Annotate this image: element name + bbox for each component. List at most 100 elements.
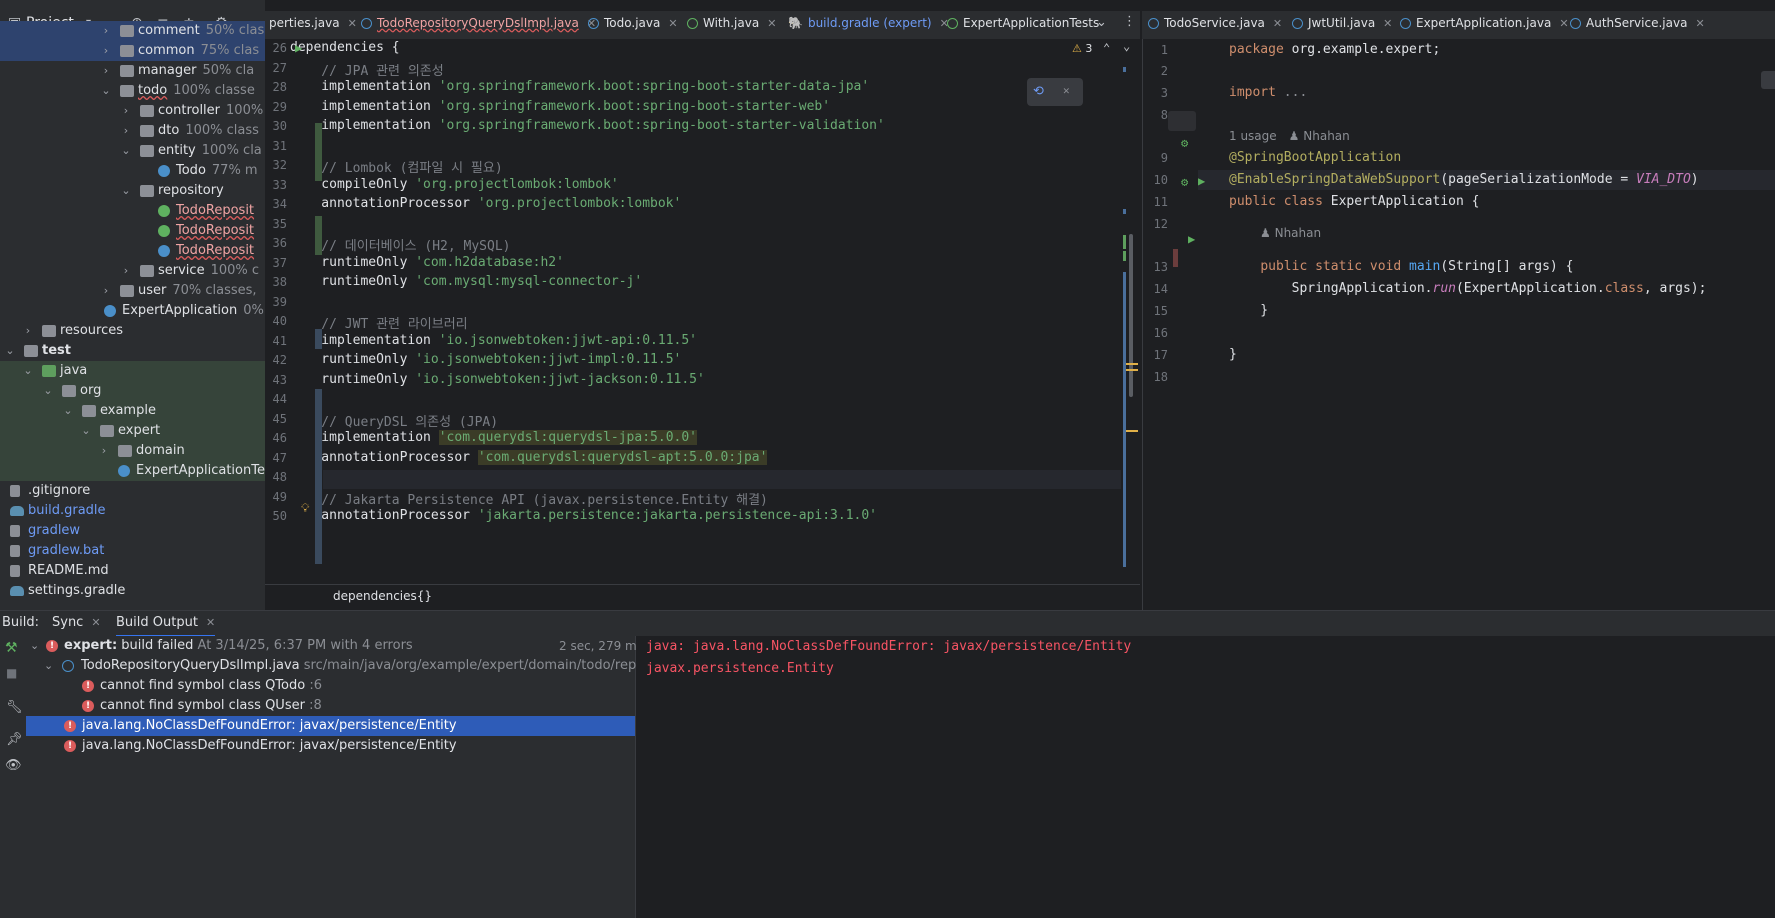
chevron-down-icon[interactable]: ⌄ — [1096, 15, 1107, 30]
tab-build-gradle[interactable]: 🐘 build.gradle (expert) ✕ — [788, 11, 949, 41]
tab-with[interactable]: With.java ✕ — [687, 11, 776, 39]
project-tree-item[interactable]: README.md — [0, 561, 265, 581]
chevron-down-icon[interactable]: ⌄ — [42, 381, 54, 401]
run-icon[interactable]: ▶ — [295, 41, 302, 55]
chevron-down-icon[interactable]: ⌄ — [1123, 39, 1130, 53]
chevron-right-icon[interactable]: › — [22, 321, 34, 341]
build-row-error[interactable]: ! java.lang.NoClassDefFoundError: javax/… — [26, 736, 635, 756]
chevron-right-icon[interactable]: › — [100, 41, 112, 61]
project-tree-item[interactable]: › domain — [0, 441, 265, 461]
project-tree-item[interactable]: › controller 100% — [0, 101, 265, 121]
project-tree-item[interactable]: gradlew — [0, 521, 265, 541]
project-tree-item[interactable]: ExpertApplication 0% — [0, 301, 265, 321]
gradle-reload-icon[interactable]: ⟲ — [1033, 84, 1044, 99]
chevron-up-icon[interactable]: ⌃ — [1103, 41, 1110, 55]
project-tree-item[interactable]: gradlew.bat — [0, 541, 265, 561]
tab-todo-repository-querydsl-impl[interactable]: TodoRepositoryQueryDslImpl.java ✕ — [361, 11, 596, 39]
project-tree-item[interactable]: TodoReposit — [0, 221, 265, 241]
author-hint[interactable]: ♟ Nhahan — [1260, 226, 1321, 240]
build-row-error[interactable]: ! cannot find symbol class QUser :8 — [26, 696, 635, 716]
tab-build-output[interactable]: Build Output ✕ — [116, 611, 216, 637]
project-tree-item[interactable]: › comment 50% clas — [0, 21, 265, 41]
project-tree-item[interactable]: build.gradle — [0, 501, 265, 521]
project-tree-item[interactable]: ⌄ expert — [0, 421, 265, 441]
chevron-right-icon[interactable]: › — [120, 121, 132, 141]
run-icon[interactable]: ▶ — [1188, 232, 1195, 246]
project-tree-item[interactable]: ⌄ repository — [0, 181, 265, 201]
project-tree-item[interactable]: .gitignore — [0, 481, 265, 501]
tab-expert-application[interactable]: ExpertApplication.java ✕ — [1400, 11, 1569, 41]
project-tree-item[interactable]: settings.gradle — [0, 581, 265, 601]
chevron-down-icon[interactable]: ⌄ — [80, 421, 92, 441]
project-tree-item[interactable]: ⌄ example — [0, 401, 265, 421]
chevron-down-icon[interactable]: ⌄ — [100, 81, 112, 101]
close-icon[interactable]: ✕ — [91, 616, 100, 629]
close-icon[interactable]: ✕ — [1559, 17, 1568, 30]
project-tree-item[interactable]: TodoReposit — [0, 241, 265, 261]
project-tree-item[interactable]: ⌄ test — [0, 341, 265, 361]
project-tree-item[interactable]: ⌄ java — [0, 361, 265, 381]
tab-todo[interactable]: Todo.java ✕ — [588, 11, 678, 39]
usage-hint[interactable]: 1 usage ♟ Nhahan — [1229, 129, 1350, 143]
chevron-down-icon[interactable]: ⌄ — [30, 636, 39, 656]
project-tree-item[interactable]: › common 75% clas — [0, 41, 265, 61]
tab-properties[interactable]: perties.java ✕ — [269, 11, 357, 39]
project-tree-item[interactable]: ⌄ org — [0, 381, 265, 401]
chevron-right-icon[interactable]: › — [120, 261, 132, 281]
close-icon[interactable]: ✕ — [1273, 17, 1282, 30]
project-tree-item[interactable]: ⌄ entity 100% cla — [0, 141, 265, 161]
project-tree-item[interactable]: › dto 100% class — [0, 121, 265, 141]
project-tree-item[interactable]: › service 100% c — [0, 261, 265, 281]
pin-icon[interactable]: 📌︎ — [6, 732, 23, 747]
close-icon[interactable]: ✕ — [1383, 17, 1392, 30]
hammer-icon[interactable]: ⚒ — [5, 640, 18, 656]
close-icon[interactable]: ✕ — [1695, 17, 1704, 30]
project-tree-item[interactable]: Todo 77% m — [0, 161, 265, 181]
eye-icon[interactable]: 👁︎ — [5, 758, 22, 773]
chevron-down-icon[interactable]: ⌄ — [44, 656, 53, 676]
close-icon[interactable]: ✕ — [668, 17, 677, 30]
tab-expert-application-tests[interactable]: ExpertApplicationTests — [947, 11, 1099, 39]
editor-left[interactable]: 26 dependencies {27 // JPA 관련 의존성 28 imple… — [265, 39, 1140, 584]
warning-indicator[interactable]: ⚠ 3 — [1072, 42, 1092, 55]
chevron-right-icon[interactable]: › — [120, 101, 132, 121]
chevron-down-icon[interactable]: ⌄ — [62, 401, 74, 421]
chevron-down-icon[interactable]: ⌄ — [120, 181, 132, 201]
chevron-right-icon[interactable]: › — [100, 21, 112, 41]
chevron-right-icon[interactable]: › — [100, 281, 112, 301]
build-row-file[interactable]: ⌄ TodoRepositoryQueryDslImpl.java src/ma… — [26, 656, 681, 676]
editor-right[interactable]: 1 package org.example.expert; 2 3 import ...… — [1142, 39, 1775, 610]
chevron-down-icon[interactable]: ⌄ — [4, 341, 16, 361]
project-tree-item[interactable]: › manager 50% cla — [0, 61, 265, 81]
chevron-down-icon[interactable]: ⌄ — [120, 141, 132, 161]
close-icon[interactable]: ✕ — [348, 17, 357, 30]
close-icon[interactable]: ✕ — [767, 17, 776, 30]
project-tree-item[interactable]: TodoReposit — [0, 201, 265, 221]
scrollbar[interactable] — [1129, 234, 1133, 397]
lightbulb-icon[interactable]: 💡︎ — [301, 501, 309, 516]
close-icon[interactable]: ✕ — [206, 616, 215, 629]
project-tree-item[interactable]: ⌄ todo 100% classe — [0, 81, 265, 101]
build-row-error-selected[interactable]: ! java.lang.NoClassDefFoundError: javax/… — [26, 716, 635, 736]
side-widget[interactable] — [1761, 71, 1775, 89]
stop-icon[interactable]: ■ — [6, 666, 17, 680]
tab-auth-service[interactable]: AuthService.java ✕ — [1570, 11, 1705, 39]
project-tree-item[interactable]: › user 70% classes, — [0, 281, 265, 301]
chevron-right-icon[interactable]: › — [100, 61, 112, 81]
wrench-icon[interactable]: 🔧︎ — [6, 700, 23, 715]
chevron-right-icon[interactable]: › — [98, 441, 110, 461]
tab-sync[interactable]: Sync ✕ — [52, 615, 101, 630]
tab-jwt-util[interactable]: JwtUtil.java ✕ — [1292, 11, 1392, 39]
tab-todo-service[interactable]: TodoService.java ✕ — [1148, 11, 1282, 39]
build-row-error[interactable]: ! cannot find symbol class QTodo :6 — [26, 676, 635, 696]
run-icon[interactable]: ▶ — [1198, 174, 1205, 188]
chevron-down-icon[interactable]: ⌄ — [22, 361, 34, 381]
build-output-console[interactable]: java: java.lang.NoClassDefFoundError: ja… — [636, 636, 1775, 918]
spring-bean-icon[interactable]: ⚙ — [1181, 175, 1188, 189]
project-tree-item[interactable]: › resources — [0, 321, 265, 341]
more-icon[interactable]: ⋮ — [1123, 14, 1136, 29]
breadcrumb-item[interactable]: dependencies{} — [333, 589, 432, 603]
build-row-root[interactable]: ⌄ ! expert: build failed At 3/14/25, 6:3… — [26, 636, 643, 656]
project-tree-item[interactable]: ExpertApplicationTes — [0, 461, 265, 481]
close-icon[interactable]: ✕ — [1063, 84, 1070, 97]
